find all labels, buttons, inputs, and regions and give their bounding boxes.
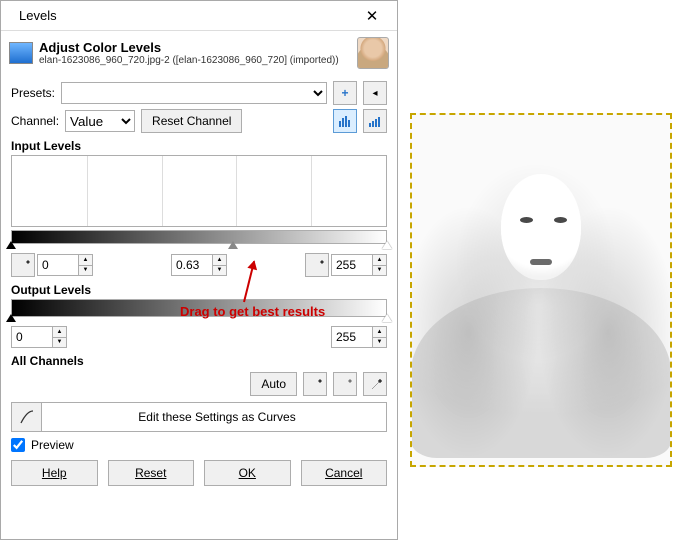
presets-select[interactable]	[61, 82, 327, 104]
pick-white-all-button[interactable]	[363, 372, 387, 396]
up-arrow-icon[interactable]: ▲	[373, 327, 386, 338]
out-low-value[interactable]	[12, 327, 52, 347]
eyedropper-gray-icon	[338, 377, 352, 391]
white-point-input[interactable]: ▲▼	[331, 254, 387, 276]
white-point-handle[interactable]	[382, 241, 392, 249]
preview-checkbox[interactable]	[11, 438, 25, 452]
channel-label: Channel:	[11, 114, 59, 128]
black-point-input[interactable]: ▲▼	[37, 254, 93, 276]
help-button[interactable]: Help	[11, 460, 98, 486]
window-title: Levels	[9, 8, 355, 23]
pick-gray-all-button[interactable]	[333, 372, 357, 396]
input-handles[interactable]	[11, 241, 387, 249]
reset-channel-button[interactable]: Reset Channel	[141, 109, 242, 133]
out-high-handle[interactable]	[382, 314, 392, 322]
down-arrow-icon[interactable]: ▼	[79, 266, 92, 276]
black-point-handle[interactable]	[6, 241, 16, 249]
output-levels-title: Output Levels	[11, 283, 387, 297]
curves-icon	[20, 410, 34, 424]
plus-icon: +	[341, 86, 348, 100]
image-canvas	[410, 113, 672, 467]
eyedropper-white-icon	[368, 377, 382, 391]
presets-label: Presets:	[11, 86, 55, 100]
linear-hist-icon	[338, 114, 352, 128]
preview-label: Preview	[31, 438, 74, 452]
up-arrow-icon[interactable]: ▲	[79, 255, 92, 266]
up-arrow-icon[interactable]: ▲	[213, 255, 226, 266]
levels-icon	[9, 42, 33, 64]
gamma-value[interactable]	[172, 255, 212, 275]
histogram	[11, 155, 387, 227]
out-low-input[interactable]: ▲▼	[11, 326, 67, 348]
dialog-subtitle: elan-1623086_960_720.jpg-2 ([elan-162308…	[39, 55, 351, 66]
titlebar[interactable]: Levels ✕	[1, 1, 397, 31]
white-point-value[interactable]	[332, 255, 372, 275]
menu-triangle-icon: ◂	[372, 88, 377, 99]
gamma-input[interactable]: ▲▼	[171, 254, 227, 276]
curves-icon-button[interactable]	[12, 403, 42, 431]
gamma-handle[interactable]	[228, 241, 238, 249]
out-high-input[interactable]: ▲▼	[331, 326, 387, 348]
dialog-title: Adjust Color Levels	[39, 40, 351, 55]
cancel-button[interactable]: Cancel	[301, 460, 388, 486]
pick-black-button[interactable]	[11, 253, 35, 277]
close-icon[interactable]: ✕	[355, 7, 389, 25]
edit-as-curves-button[interactable]: Edit these Settings as Curves	[48, 405, 386, 429]
down-arrow-icon[interactable]: ▼	[53, 338, 66, 348]
image-thumbnail	[357, 37, 389, 69]
levels-dialog: Levels ✕ Adjust Color Levels elan-162308…	[0, 0, 398, 540]
channel-select[interactable]: Value	[65, 110, 135, 132]
linear-histogram-button[interactable]	[333, 109, 357, 133]
ok-button[interactable]: OK	[204, 460, 291, 486]
add-preset-button[interactable]: +	[333, 81, 357, 105]
auto-button[interactable]: Auto	[250, 372, 297, 396]
down-arrow-icon[interactable]: ▼	[373, 266, 386, 276]
up-arrow-icon[interactable]: ▲	[373, 255, 386, 266]
out-low-handle[interactable]	[6, 314, 16, 322]
input-levels-title: Input Levels	[11, 139, 387, 153]
down-arrow-icon[interactable]: ▼	[213, 266, 226, 276]
eyedropper-black-icon	[16, 258, 30, 272]
black-point-value[interactable]	[38, 255, 78, 275]
log-hist-icon	[368, 114, 382, 128]
down-arrow-icon[interactable]: ▼	[373, 338, 386, 348]
preset-menu-button[interactable]: ◂	[363, 81, 387, 105]
log-histogram-button[interactable]	[363, 109, 387, 133]
eyedropper-white-icon	[310, 258, 324, 272]
eyedropper-black-icon	[308, 377, 322, 391]
sketch-preview	[412, 115, 670, 465]
reset-button[interactable]: Reset	[108, 460, 195, 486]
pick-black-all-button[interactable]	[303, 372, 327, 396]
annotation-text: Drag to get best results	[180, 304, 325, 319]
all-channels-title: All Channels	[11, 354, 387, 368]
up-arrow-icon[interactable]: ▲	[53, 327, 66, 338]
out-high-value[interactable]	[332, 327, 372, 347]
pick-white-button[interactable]	[305, 253, 329, 277]
